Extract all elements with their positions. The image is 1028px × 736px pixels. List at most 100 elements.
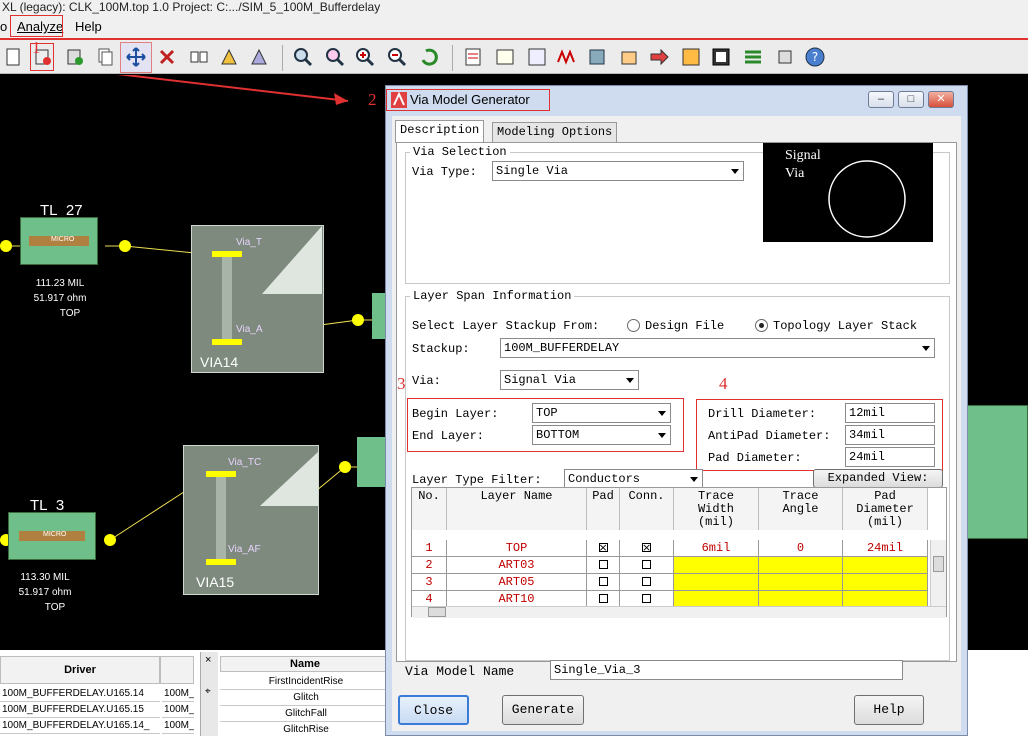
forward-icon[interactable] bbox=[648, 46, 670, 68]
grid-header-trace-angle[interactable]: Trace Angle bbox=[759, 488, 843, 530]
menu-item-help[interactable]: Help bbox=[75, 19, 102, 34]
table-cell[interactable]: 100M_ bbox=[162, 702, 194, 718]
checkbox[interactable] bbox=[642, 560, 651, 569]
menu-item-partial[interactable]: o bbox=[0, 19, 7, 34]
tl27-part[interactable]: MICRO bbox=[20, 217, 98, 265]
grid-cell-diam[interactable]: 24mil bbox=[843, 540, 928, 557]
grid-cell-conn[interactable] bbox=[620, 557, 674, 574]
via14-part[interactable]: Via_T Via_A VIA14 bbox=[191, 225, 324, 373]
hidden-part-2[interactable] bbox=[357, 437, 387, 487]
radio-design-file-label[interactable]: Design File bbox=[645, 319, 724, 333]
begin-layer-select[interactable]: TOP bbox=[532, 403, 671, 423]
tab-description[interactable]: Description bbox=[395, 120, 485, 143]
grid-header-layer-name[interactable]: Layer Name bbox=[447, 488, 587, 530]
grid-header-no[interactable]: No. bbox=[412, 488, 447, 530]
tools-icon[interactable] bbox=[774, 46, 796, 68]
grid-cell-pad[interactable] bbox=[587, 540, 620, 557]
table-row[interactable]: 100M_BUFFERDELAY.U165.14 bbox=[0, 686, 160, 702]
grid-vertical-scrollbar[interactable] bbox=[930, 540, 946, 606]
grid-cell-conn[interactable] bbox=[620, 540, 674, 557]
zoom-in-icon[interactable] bbox=[354, 46, 376, 68]
via15-part[interactable]: Via_TC Via_AF VIA15 bbox=[183, 445, 319, 595]
pin-panel-icon[interactable]: ⌖ bbox=[205, 686, 211, 697]
table-cell[interactable]: 100M_ bbox=[162, 718, 194, 734]
emi-icon[interactable] bbox=[680, 46, 702, 68]
grid-header-pad-diameter[interactable]: Pad Diameter (mil) bbox=[843, 488, 928, 530]
table-row[interactable]: 100M_BUFFERDELAY.U165.15 bbox=[0, 702, 160, 718]
add-part-icon[interactable] bbox=[64, 46, 86, 68]
expanded-view-button[interactable]: Expanded View: bbox=[813, 469, 943, 488]
grid-horizontal-scrollbar[interactable] bbox=[412, 606, 946, 618]
grid-cell-name[interactable]: ART03 bbox=[447, 557, 587, 574]
new-file-icon[interactable] bbox=[2, 46, 24, 68]
grid-header-trace-width[interactable]: Trace Width (mil) bbox=[674, 488, 759, 530]
dialog-titlebar[interactable]: Via Model Generator – □ ✕ bbox=[386, 86, 967, 114]
grid-cell-pad[interactable] bbox=[587, 574, 620, 591]
grid-cell-diam[interactable] bbox=[843, 574, 928, 591]
rotate-icon[interactable] bbox=[218, 46, 240, 68]
model-icon[interactable] bbox=[526, 46, 548, 68]
table-row[interactable]: 100M_BUFFERDELAY.U165.14_ bbox=[0, 718, 160, 734]
grid-cell-width[interactable] bbox=[674, 574, 759, 591]
grid-cell-width[interactable]: 6mil bbox=[674, 540, 759, 557]
grid-cell-width[interactable] bbox=[674, 557, 759, 574]
sweep-icon[interactable] bbox=[586, 46, 608, 68]
antipad-diameter-input[interactable]: 34mil bbox=[845, 425, 935, 445]
move-icon[interactable] bbox=[125, 46, 147, 68]
mirror-icon[interactable] bbox=[188, 46, 210, 68]
table-row[interactable]: 1TOP 6mil024mil bbox=[412, 540, 932, 557]
grid-header-pad[interactable]: Pad bbox=[587, 488, 620, 530]
end-layer-select[interactable]: BOTTOM bbox=[532, 425, 671, 445]
drill-diameter-input[interactable]: 12mil bbox=[845, 403, 935, 423]
pad-diameter-input[interactable]: 24mil bbox=[845, 447, 935, 467]
board-icon[interactable] bbox=[710, 46, 732, 68]
help-icon[interactable]: ? bbox=[804, 46, 826, 68]
table-cell[interactable]: 100M_ bbox=[162, 686, 194, 702]
maximize-button[interactable]: □ bbox=[898, 91, 924, 108]
tab-modeling-options[interactable]: Modeling Options bbox=[492, 122, 618, 142]
list-item[interactable]: FirstIncidentRise bbox=[220, 674, 390, 690]
radio-topology-stack-label[interactable]: Topology Layer Stack bbox=[773, 319, 917, 333]
help-button[interactable]: Help bbox=[854, 695, 924, 725]
list-item[interactable]: Glitch bbox=[220, 690, 390, 706]
via-model-name-input[interactable]: Single_Via_3 bbox=[550, 660, 903, 680]
name-header[interactable]: Name bbox=[220, 656, 390, 672]
zoom-out-icon[interactable] bbox=[386, 46, 408, 68]
stackup-icon[interactable] bbox=[742, 46, 764, 68]
checkbox[interactable] bbox=[642, 540, 651, 556]
checkbox[interactable] bbox=[598, 540, 608, 556]
delete-icon[interactable] bbox=[156, 46, 178, 68]
library-icon[interactable] bbox=[618, 46, 640, 68]
refresh-icon[interactable] bbox=[418, 46, 440, 68]
radio-design-file[interactable] bbox=[627, 319, 640, 332]
via-select[interactable]: Signal Via bbox=[500, 370, 639, 390]
grid-cell-name[interactable]: ART05 bbox=[447, 574, 587, 591]
grid-cell-angle[interactable] bbox=[759, 574, 843, 591]
table-row[interactable]: 3 ART05 bbox=[412, 574, 932, 591]
driver-header[interactable]: Driver bbox=[0, 656, 160, 684]
grid-cell-no[interactable]: 3 bbox=[412, 574, 447, 591]
checkbox[interactable] bbox=[642, 577, 651, 586]
grid-cell-angle[interactable]: 0 bbox=[759, 540, 843, 557]
list-item[interactable]: GlitchRise bbox=[220, 722, 390, 736]
grid-cell-no[interactable]: 2 bbox=[412, 557, 447, 574]
grid-cell-name[interactable]: TOP bbox=[447, 540, 587, 557]
close-panel-icon[interactable]: × bbox=[205, 654, 211, 666]
driver2-header[interactable] bbox=[160, 656, 194, 684]
grid-cell-angle[interactable] bbox=[759, 557, 843, 574]
radio-topology-stack[interactable] bbox=[755, 319, 768, 332]
checkbox[interactable] bbox=[598, 560, 608, 569]
waveform-icon[interactable] bbox=[556, 46, 578, 68]
checkbox[interactable] bbox=[598, 594, 608, 603]
parameters-icon[interactable] bbox=[462, 46, 484, 68]
close-button[interactable]: Close bbox=[398, 695, 469, 725]
checkbox[interactable] bbox=[642, 594, 651, 603]
stackup-select[interactable]: 100M_BUFFERDELAY bbox=[500, 338, 935, 358]
spreadsheet-icon[interactable] bbox=[494, 46, 516, 68]
list-item[interactable]: GlitchFall bbox=[220, 706, 390, 722]
zoom-fit-icon[interactable] bbox=[292, 46, 314, 68]
flip-icon[interactable] bbox=[248, 46, 270, 68]
grid-cell-conn[interactable] bbox=[620, 574, 674, 591]
grid-header-conn[interactable]: Conn. bbox=[620, 488, 674, 530]
layer-filter-select[interactable]: Conductors bbox=[564, 469, 703, 489]
